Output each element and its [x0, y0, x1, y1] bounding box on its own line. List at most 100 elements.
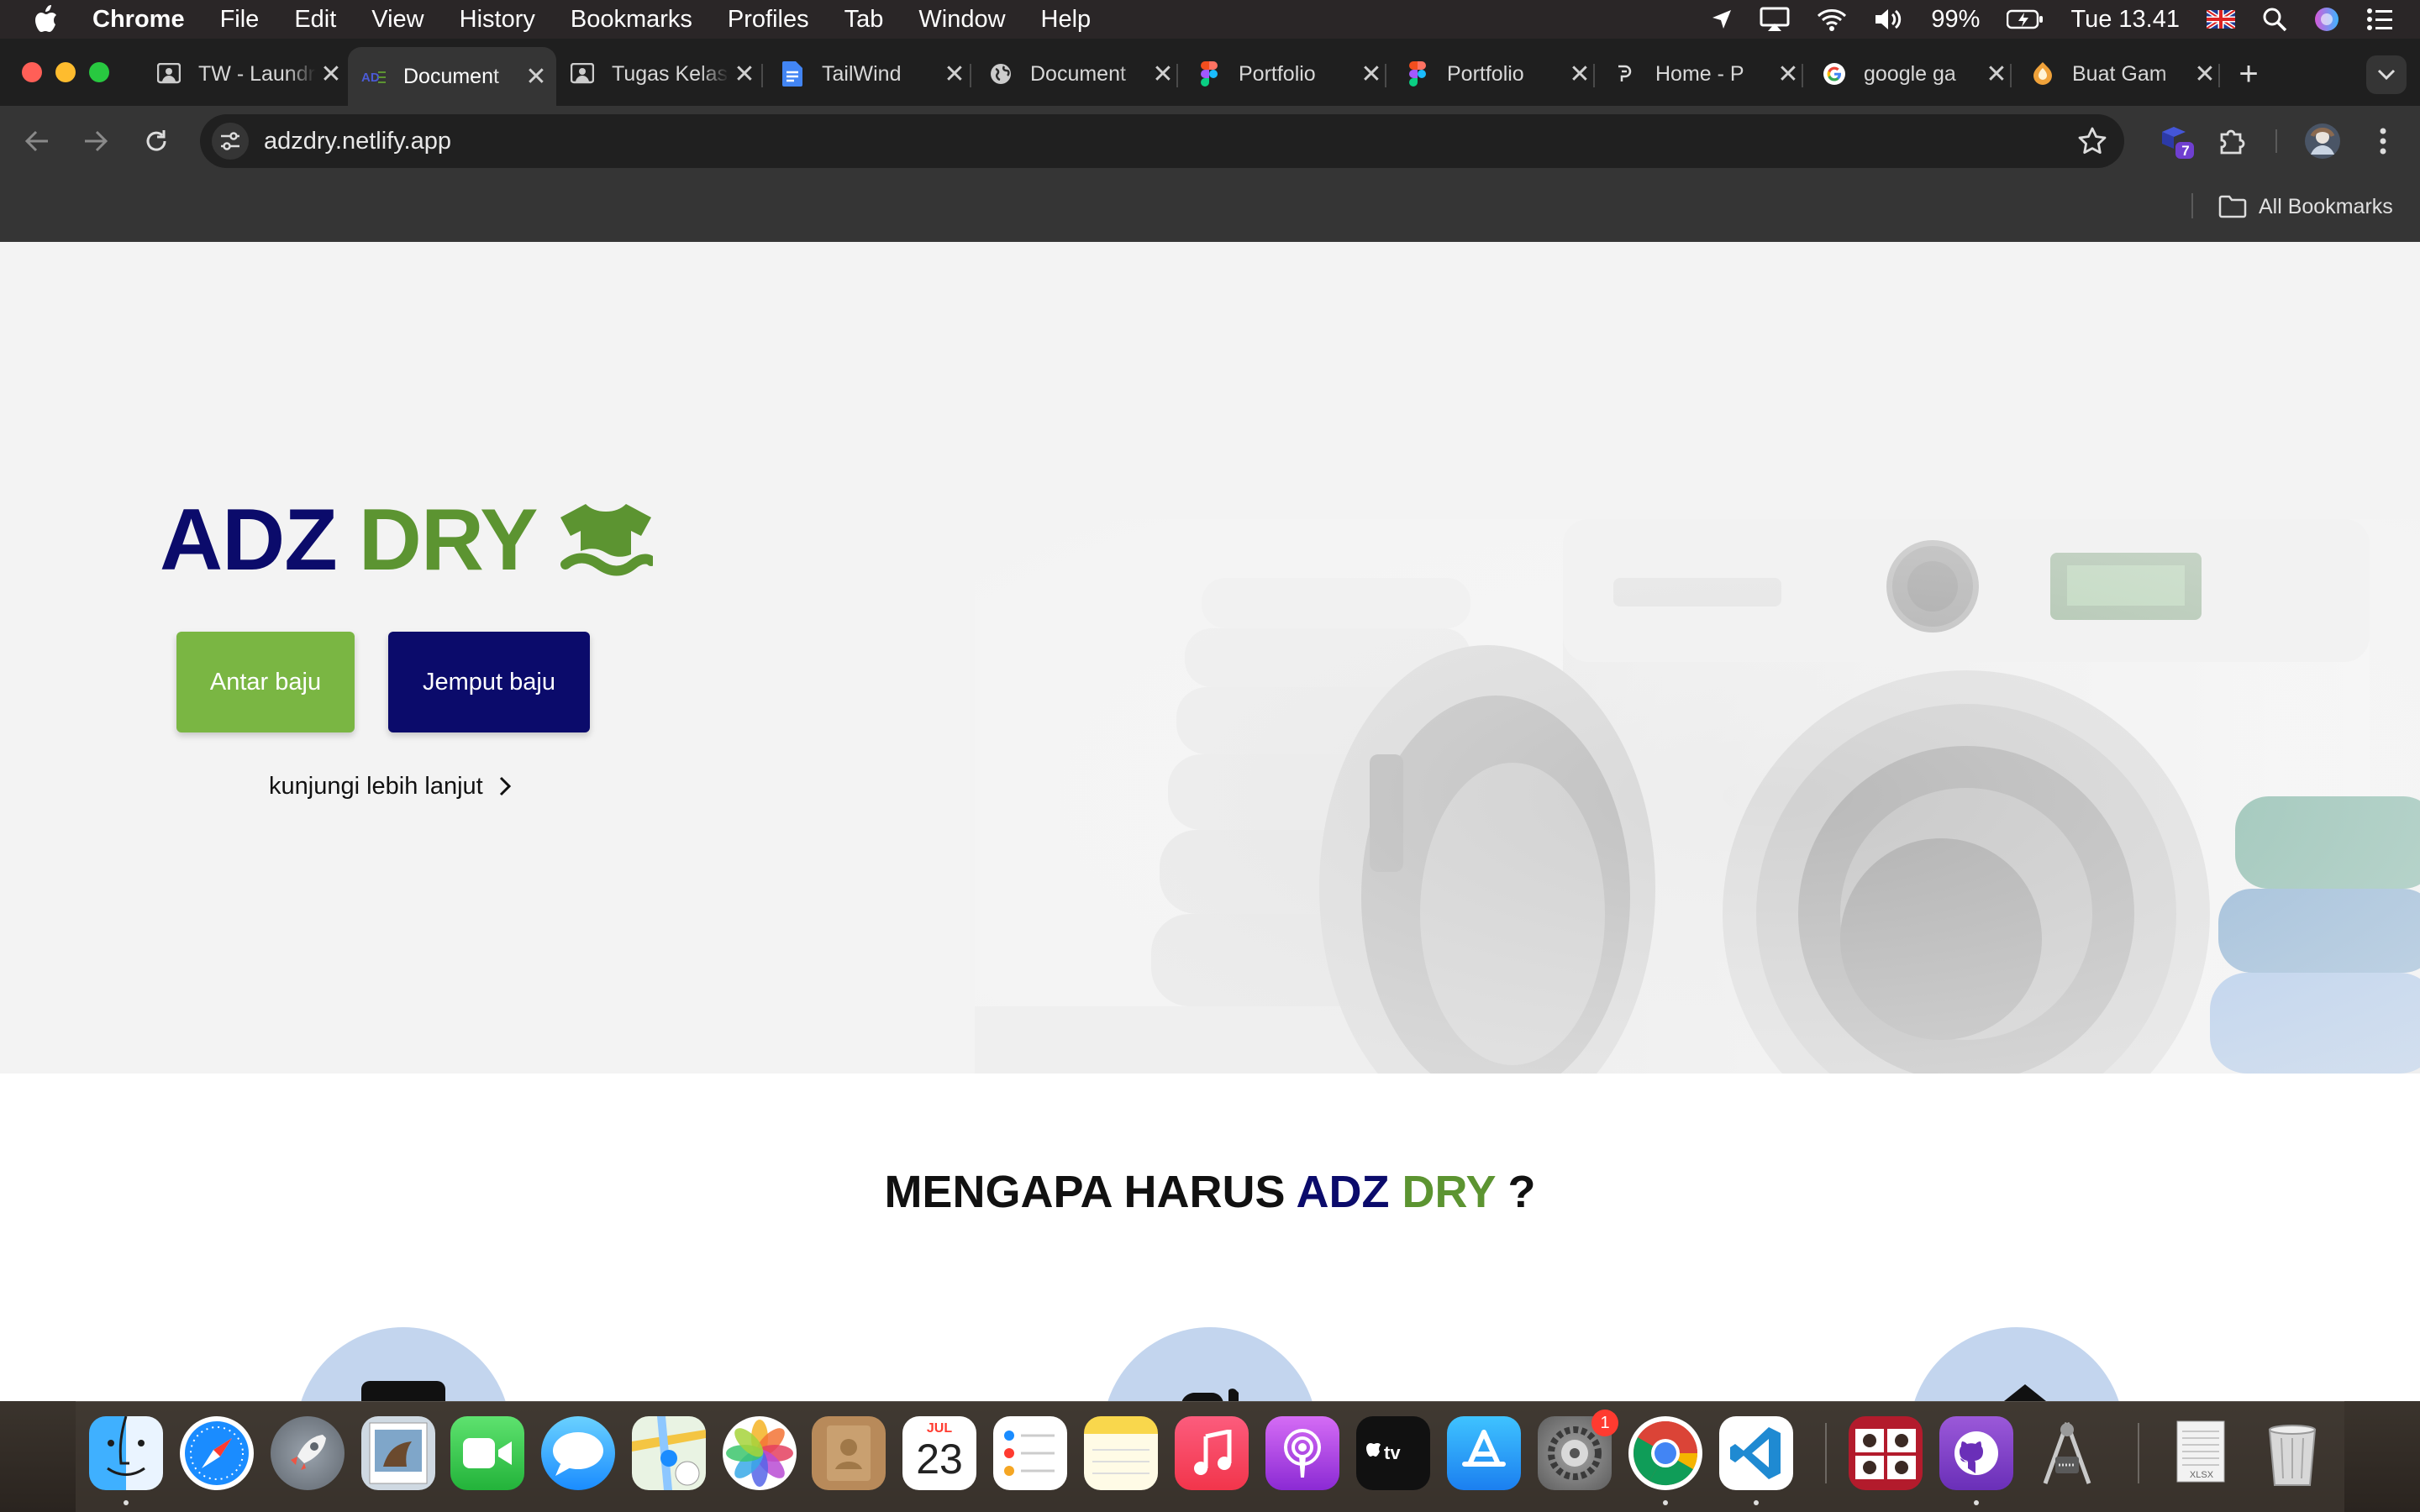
battery-charging-icon[interactable] [2007, 9, 2044, 29]
menu-window[interactable]: Window [918, 6, 1005, 34]
tab-search-button[interactable] [2366, 55, 2407, 94]
tab-separator [1802, 64, 1803, 87]
input-source-flag-icon[interactable] [2207, 10, 2235, 29]
why-prefix: MENGAPA HARUS [884, 1167, 1286, 1217]
site-info-icon[interactable] [212, 123, 249, 160]
reload-button[interactable] [136, 121, 176, 161]
menu-profiles[interactable]: Profiles [728, 6, 809, 34]
spotlight-search-icon[interactable] [2262, 7, 2287, 32]
back-button[interactable] [17, 121, 57, 161]
tab-tw-laundry[interactable]: TW - Laundry ✕ [143, 50, 351, 97]
music-icon[interactable] [1175, 1416, 1249, 1490]
messages-icon[interactable] [541, 1416, 615, 1490]
profile-avatar[interactable] [2302, 121, 2343, 161]
brand-logo[interactable]: ADZ DRY [160, 491, 654, 589]
extensions-button[interactable] [2213, 121, 2254, 161]
tab-close-icon[interactable]: ✕ [939, 60, 970, 89]
tab-close-icon[interactable]: ✕ [2190, 60, 2220, 89]
github-desktop-icon[interactable] [1939, 1416, 2013, 1490]
calendar-icon[interactable]: JUL 23 [902, 1416, 976, 1490]
more-vertical-icon [2380, 128, 2386, 155]
all-bookmarks-button[interactable]: All Bookmarks [2218, 188, 2393, 225]
photos-icon[interactable] [723, 1416, 797, 1490]
battery-percent: 99% [1931, 5, 1981, 33]
tab-close-icon[interactable]: ✕ [729, 60, 760, 89]
clock[interactable]: Tue 13.41 [2070, 6, 2180, 34]
apple-tv-icon[interactable]: tv [1356, 1416, 1430, 1490]
blogger-icon [2030, 61, 2055, 87]
menu-edit[interactable]: Edit [294, 6, 336, 34]
url-text[interactable]: adzdry.netlify.app [264, 128, 451, 155]
address-bar[interactable]: adzdry.netlify.app [200, 114, 2124, 168]
tab-tailwind[interactable]: TailWind ✕ [766, 50, 975, 97]
tab-strip: TW - Laundry ✕ AD Document ✕ Tugas Kelas… [0, 39, 2420, 106]
globe-icon [988, 61, 1013, 87]
new-tab-button[interactable]: + [2230, 57, 2267, 94]
preview-icon[interactable] [361, 1416, 435, 1490]
wifi-icon[interactable] [1817, 8, 1847, 31]
menu-view[interactable]: View [371, 6, 424, 34]
tab-close-icon[interactable]: ✕ [521, 62, 551, 92]
jemput-baju-button[interactable]: Jemput baju [388, 632, 590, 732]
facetime-icon[interactable] [450, 1416, 524, 1490]
running-indicator [1974, 1500, 1979, 1505]
menu-app-name[interactable]: Chrome [92, 6, 185, 34]
podcasts-icon[interactable] [1265, 1416, 1339, 1490]
chevron-right-icon [499, 776, 511, 796]
tab-document[interactable]: Document ✕ [975, 50, 1183, 97]
menu-tab[interactable]: Tab [844, 6, 884, 34]
learn-more-link[interactable]: kunjungi lebih lanjut [269, 769, 512, 803]
chrome-menu-button[interactable] [2363, 121, 2403, 161]
tab-home[interactable]: Home - P ✕ [1600, 50, 1808, 97]
documents-stack-icon[interactable]: XLSX [2165, 1416, 2238, 1490]
app-store-icon[interactable] [1447, 1416, 1521, 1490]
notes-icon[interactable] [1084, 1416, 1158, 1490]
tab-portfolio-1[interactable]: Portfolio ✕ [1183, 50, 1392, 97]
tab-close-icon[interactable]: ✕ [1981, 60, 2012, 89]
tab-close-icon[interactable]: ✕ [1356, 60, 1386, 89]
menu-history[interactable]: History [460, 6, 535, 34]
tab-document-active[interactable]: AD Document ✕ [348, 47, 556, 106]
tab-google[interactable]: google ga ✕ [1808, 50, 2017, 97]
calendar-day: 23 [916, 1436, 963, 1483]
reminders-icon[interactable] [993, 1416, 1067, 1490]
chrome-icon[interactable] [1628, 1416, 1702, 1490]
volume-icon[interactable] [1874, 8, 1904, 31]
window-minimize-button[interactable] [55, 62, 76, 82]
contacts-icon[interactable] [812, 1416, 886, 1490]
antar-baju-button[interactable]: Antar baju [176, 632, 355, 732]
photo-booth-icon[interactable] [1849, 1416, 1923, 1490]
maps-icon[interactable] [632, 1416, 706, 1490]
tab-buat-gambar[interactable]: Buat Gam ✕ [2017, 50, 2225, 97]
instruments-icon[interactable] [2030, 1416, 2104, 1490]
menu-help[interactable]: Help [1041, 6, 1092, 34]
arrow-left-icon [24, 130, 48, 152]
tab-close-icon[interactable]: ✕ [1565, 60, 1595, 89]
siri-icon[interactable] [2314, 7, 2339, 32]
control-center-icon[interactable] [2366, 8, 2393, 31]
google-icon [1822, 61, 1847, 87]
bookmark-star-icon[interactable] [2077, 126, 2107, 156]
launchpad-icon[interactable] [271, 1416, 345, 1490]
dock-separator [2138, 1423, 2139, 1483]
safari-icon[interactable] [180, 1416, 254, 1490]
tab-close-icon[interactable]: ✕ [1773, 60, 1803, 89]
airplay-icon[interactable] [1760, 7, 1790, 32]
tab-close-icon[interactable]: ✕ [316, 60, 346, 89]
window-close-button[interactable] [22, 62, 42, 82]
tab-close-icon[interactable]: ✕ [1148, 60, 1178, 89]
window-zoom-button[interactable] [89, 62, 109, 82]
location-icon[interactable] [1711, 8, 1733, 30]
tab-title: Tugas Kelas [612, 61, 729, 86]
tab-portfolio-2[interactable]: Portfolio ✕ [1392, 50, 1600, 97]
bookmarks-divider [2191, 193, 2193, 218]
finder-icon[interactable] [89, 1416, 163, 1490]
menu-bookmarks[interactable]: Bookmarks [571, 6, 692, 34]
extension-badge-button[interactable]: 7 [2156, 121, 2196, 161]
trash-icon[interactable] [2255, 1416, 2329, 1490]
vscode-icon[interactable] [1719, 1416, 1793, 1490]
tab-tugas-kelas[interactable]: Tugas Kelas ✕ [556, 50, 765, 97]
forward-button[interactable] [76, 121, 116, 161]
apple-menu-icon[interactable] [32, 4, 66, 34]
menu-file[interactable]: File [220, 6, 260, 34]
